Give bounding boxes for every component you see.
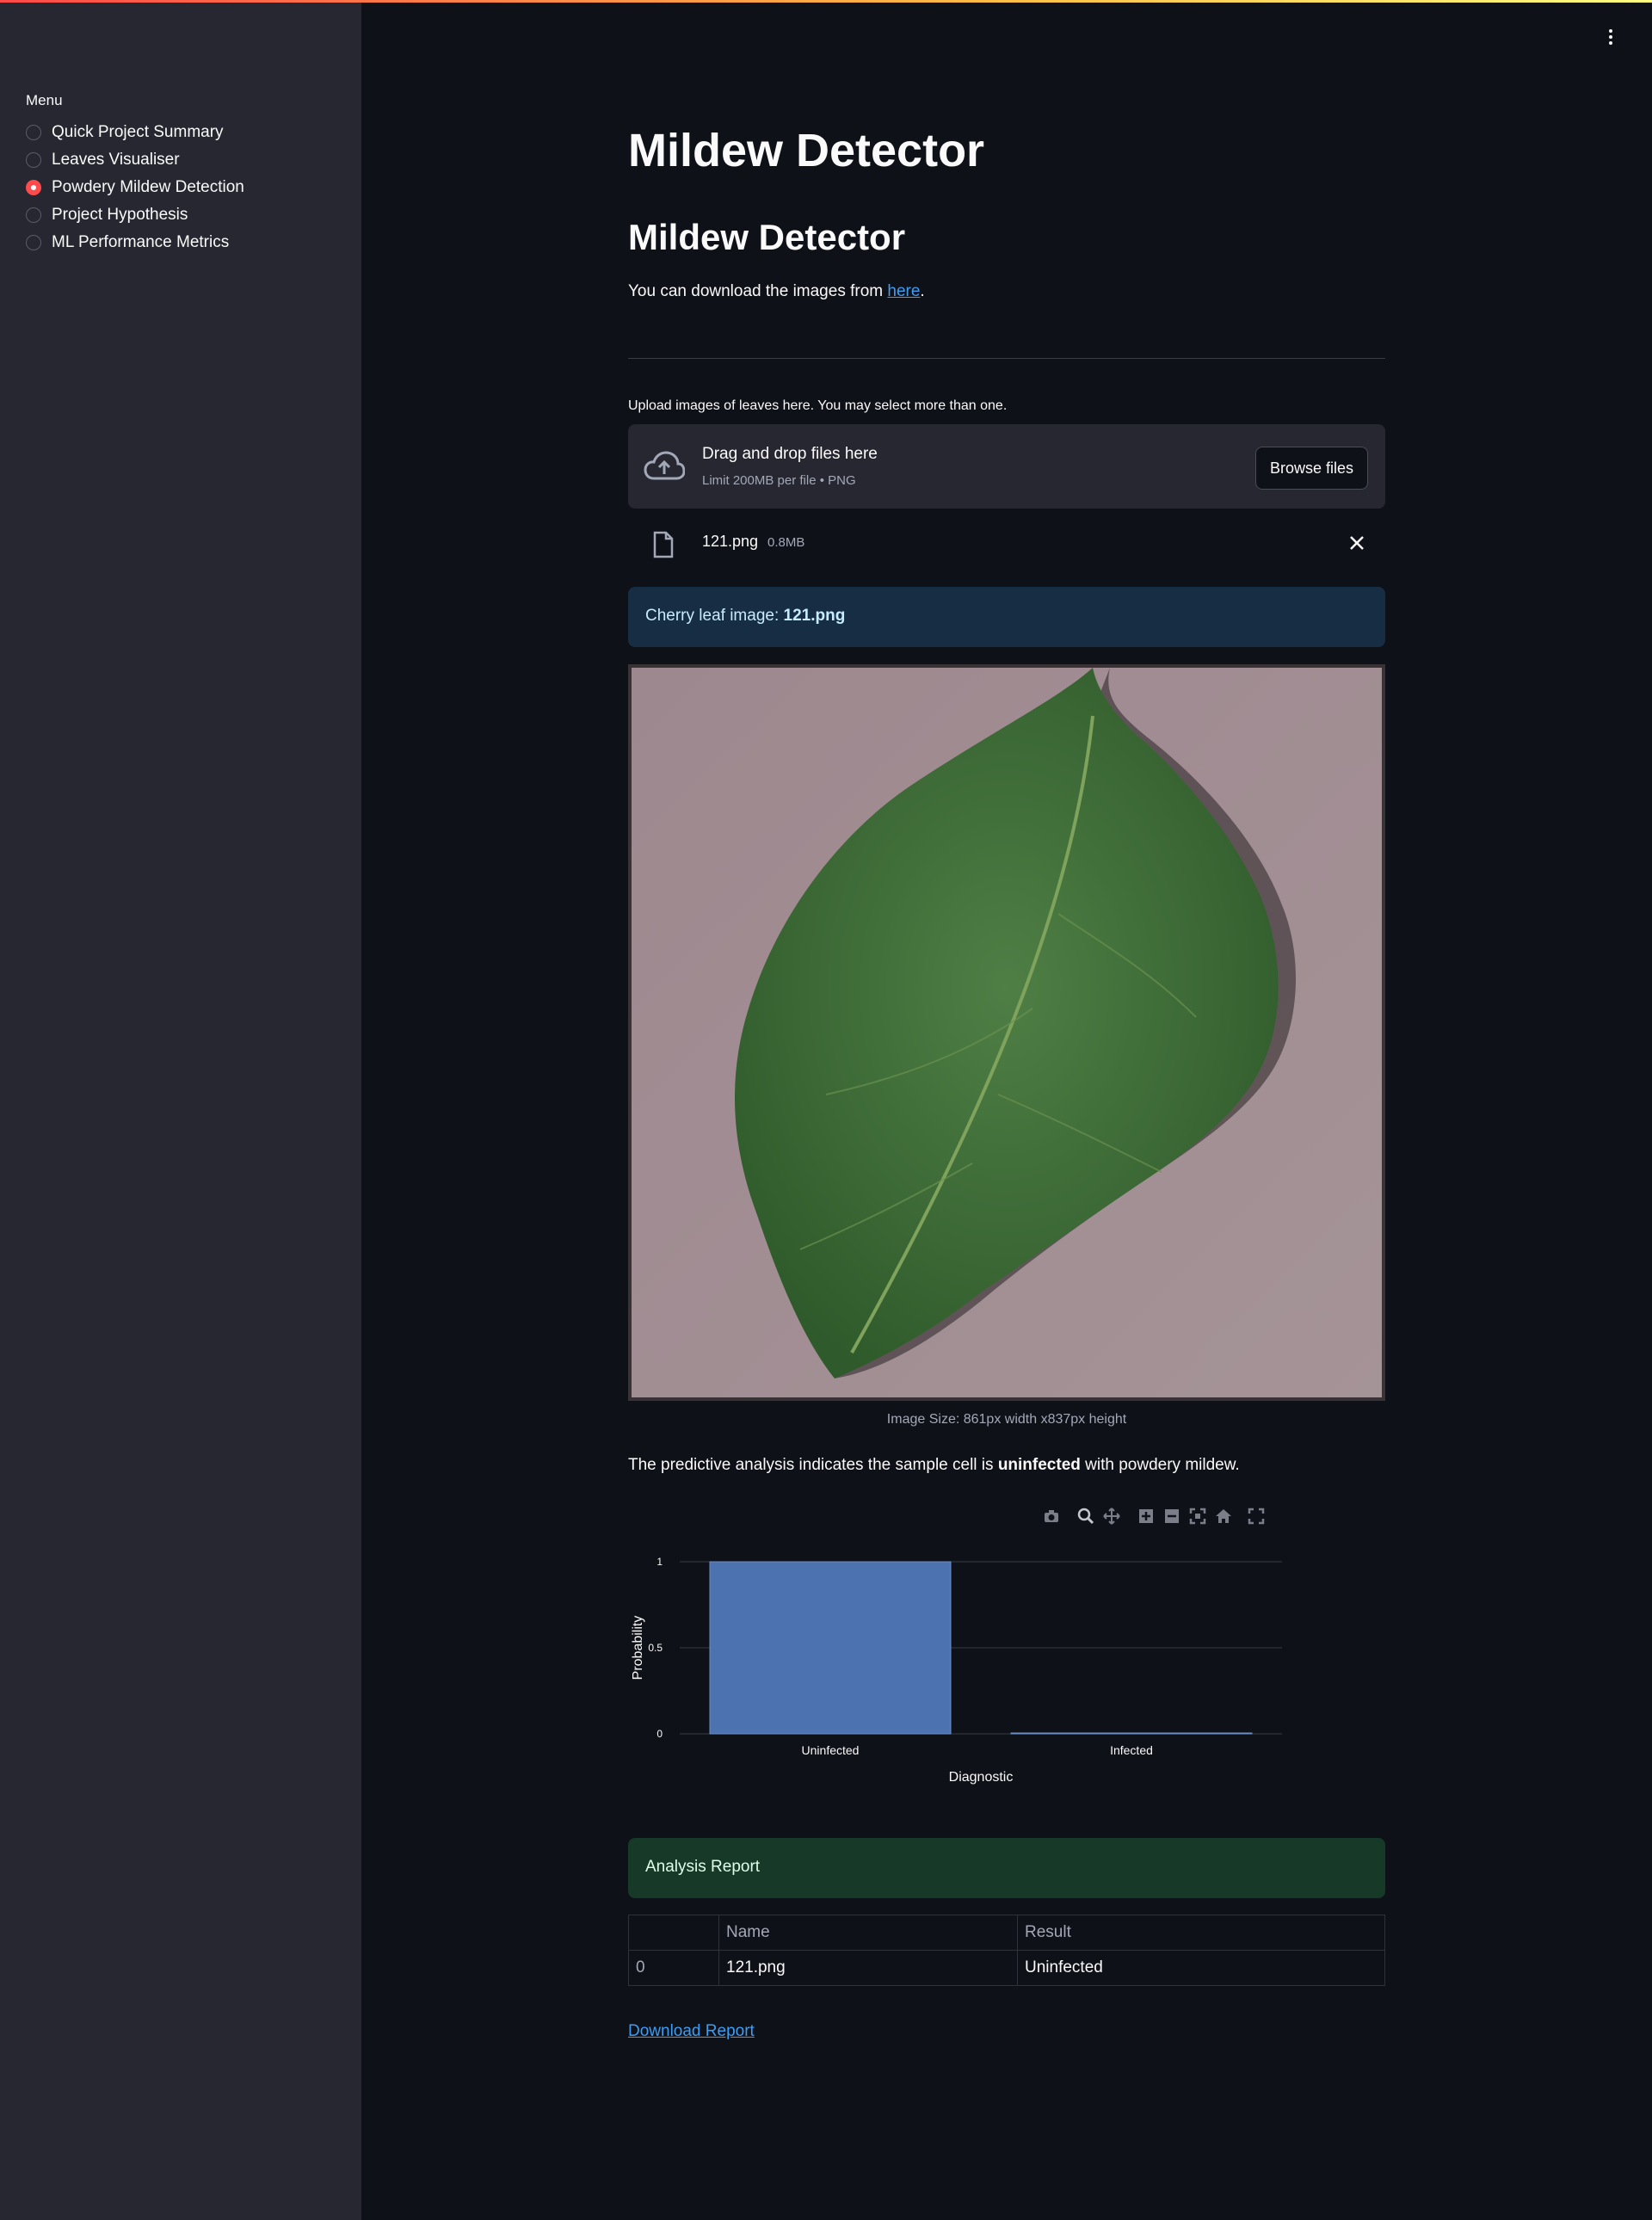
table-cell-index: 0 <box>628 1950 719 1986</box>
remove-file-button[interactable] <box>1349 533 1365 556</box>
info-prefix: Cherry leaf image: <box>645 607 784 625</box>
sidebar-item-label: Quick Project Summary <box>52 123 224 141</box>
result-suffix: with powdery mildew. <box>1080 1456 1240 1474</box>
sidebar-item-label: Leaves Visualiser <box>52 151 180 169</box>
sidebar-item-label: Powdery Mildew Detection <box>52 178 244 196</box>
info-text: Cherry leaf image: 121.png <box>645 607 845 626</box>
cherry-leaf-photo <box>632 668 1382 1397</box>
sidebar-item-project-hypothesis[interactable]: Project Hypothesis <box>26 206 188 225</box>
download-text: You can download the images from <box>628 282 884 300</box>
file-name: 121.png <box>702 533 759 550</box>
analysis-report-table: Name Result 0 121.png Uninfected <box>628 1915 1385 1986</box>
vertical-dots-icon <box>1606 29 1616 45</box>
image-caption: Image Size: 861px width x837px height <box>886 1412 1127 1427</box>
sidebar-item-label: Project Hypothesis <box>52 206 188 224</box>
zoom-out-icon[interactable] <box>1163 1508 1180 1525</box>
fullscreen-icon[interactable] <box>1248 1508 1265 1525</box>
browse-files-button[interactable]: Browse files <box>1254 447 1368 490</box>
sidebar-item-label: ML Performance Metrics <box>52 233 230 251</box>
radio-icon <box>26 152 41 168</box>
name-column-header: Name <box>718 1915 1018 1951</box>
info-alert: Cherry leaf image: 121.png <box>628 587 1385 647</box>
page-title: Mildew Detector <box>628 125 985 176</box>
download-report-link[interactable]: Download Report <box>628 2022 755 2041</box>
sidebar-item-powdery-mildew-detection[interactable]: Powdery Mildew Detection <box>26 178 244 197</box>
autoscale-icon[interactable] <box>1189 1508 1206 1525</box>
download-images-link[interactable]: here <box>887 282 920 300</box>
main-menu-button[interactable] <box>1606 29 1616 50</box>
table-cell-result: Uninfected <box>1017 1950 1385 1986</box>
uploaded-file-item: 121.png 0.8MB <box>628 525 1385 561</box>
sidebar-item-quick-project-summary[interactable]: Quick Project Summary <box>26 123 224 142</box>
home-icon[interactable] <box>1215 1508 1232 1525</box>
radio-icon <box>26 207 41 223</box>
y-tick-label: 0.5 <box>648 1642 663 1654</box>
y-tick-label: 0 <box>656 1728 663 1740</box>
sidebar-item-leaves-visualiser[interactable]: Leaves Visualiser <box>26 151 180 170</box>
file-icon <box>653 531 674 558</box>
index-column-header <box>628 1915 719 1951</box>
menu-title: Menu <box>26 92 63 108</box>
x-tick-label: Infected <box>1110 1743 1153 1757</box>
file-dropzone[interactable]: Drag and drop files here Limit 200MB per… <box>628 424 1385 509</box>
radio-selected-icon <box>26 180 41 195</box>
table-header-row: Name Result <box>628 1915 1385 1951</box>
zoom-icon[interactable] <box>1077 1508 1094 1525</box>
x-tick-label: Uninfected <box>802 1743 860 1757</box>
dropzone-title: Drag and drop files here <box>702 445 878 463</box>
sidebar-item-ml-performance-metrics[interactable]: ML Performance Metrics <box>26 233 229 252</box>
sidebar: Menu Quick Project Summary Leaves Visual… <box>0 3 361 2220</box>
y-tick-label: 1 <box>656 1556 663 1568</box>
close-icon <box>1350 536 1364 550</box>
bar-infected <box>1010 1732 1253 1735</box>
radio-icon <box>26 235 41 250</box>
success-alert: Analysis Report <box>628 1838 1385 1898</box>
result-column-header: Result <box>1017 1915 1385 1951</box>
download-suffix: . <box>920 282 925 300</box>
bar-uninfected <box>709 1561 952 1735</box>
result-prefix: The predictive analysis indicates the sa… <box>628 1456 998 1474</box>
probability-bar-chart: 0 0.5 1 Uninfected Infected Diagnostic Probabi… <box>631 1556 1282 1785</box>
divider <box>628 358 1385 359</box>
radio-icon <box>26 125 41 140</box>
table-row: 0 121.png Uninfected <box>628 1950 1385 1986</box>
page-subtitle: Mildew Detector <box>628 217 906 257</box>
info-file-name: 121.png <box>783 607 846 625</box>
cloud-upload-icon <box>644 451 685 480</box>
download-images-text: You can download the images from here. <box>628 282 925 301</box>
camera-icon[interactable] <box>1043 1508 1060 1525</box>
table-cell-name: 121.png <box>718 1950 1018 1986</box>
dropzone-limit: Limit 200MB per file • PNG <box>702 473 856 488</box>
pan-icon[interactable] <box>1103 1508 1120 1525</box>
file-size: 0.8MB <box>767 535 805 550</box>
leaf-image <box>628 664 1385 1401</box>
result-value: uninfected <box>997 1456 1081 1474</box>
uploader-label: Upload images of leaves here. You may se… <box>628 398 1008 413</box>
zoom-in-icon[interactable] <box>1137 1508 1155 1525</box>
prediction-result-text: The predictive analysis indicates the sa… <box>628 1456 1240 1475</box>
success-text: Analysis Report <box>645 1858 761 1876</box>
x-axis-label: Diagnostic <box>949 1770 1014 1785</box>
y-axis-label: Probability <box>631 1616 645 1680</box>
